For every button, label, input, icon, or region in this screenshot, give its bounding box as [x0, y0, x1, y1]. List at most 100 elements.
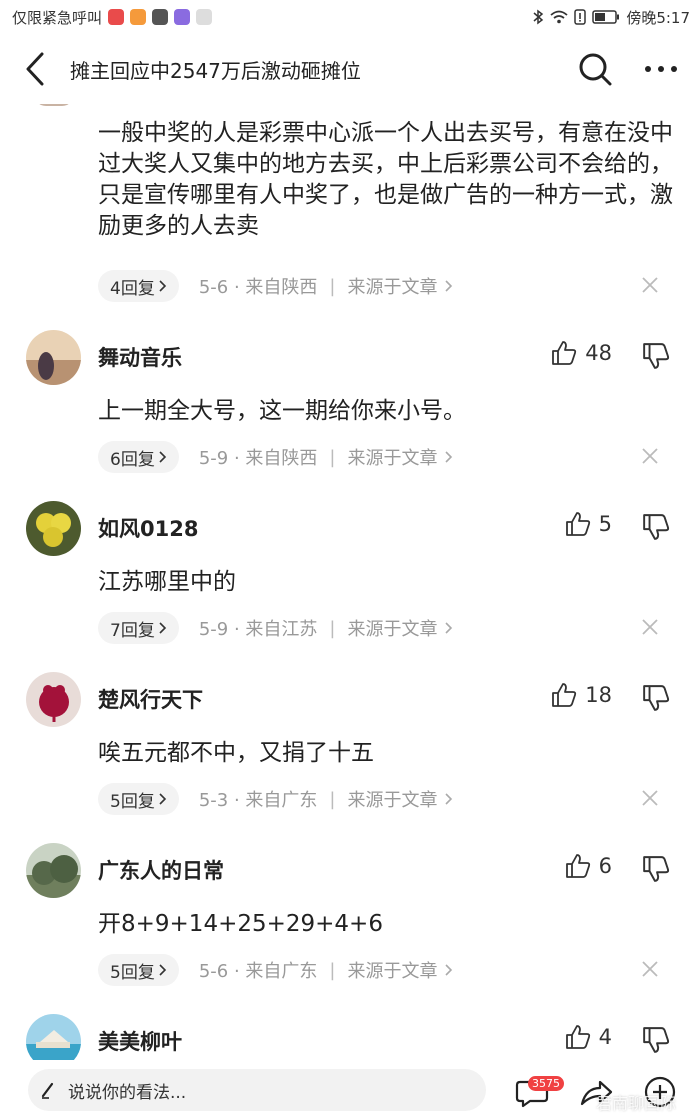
avatar[interactable]	[26, 330, 81, 385]
divider: |	[329, 788, 336, 810]
notification-app-icon	[196, 9, 213, 25]
avatar[interactable]	[26, 1014, 81, 1060]
thumbs-down-icon[interactable]	[642, 342, 670, 370]
source-link[interactable]: 来源于文章	[347, 786, 437, 812]
back-arrow-icon	[26, 52, 44, 86]
comment-date-location: 5-9 · 来自江苏	[198, 619, 318, 640]
comment-meta: 4回复 5-6 · 来自陕西 | 来源于文章	[98, 269, 688, 303]
divider: |	[329, 275, 336, 297]
watermark: 君南聊国际	[596, 1094, 677, 1113]
thumbs-down-icon[interactable]	[642, 684, 670, 712]
close-icon[interactable]	[640, 788, 660, 808]
close-icon[interactable]	[640, 617, 660, 637]
chevron-right-icon	[159, 451, 166, 463]
chevron-right-icon	[445, 622, 453, 634]
avatar[interactable]	[26, 843, 81, 898]
search-button[interactable]	[562, 34, 628, 104]
chevron-right-icon	[159, 622, 166, 634]
username[interactable]: 舞动音乐	[98, 342, 182, 372]
comment-list[interactable]: 一般中奖的人是彩票中心派一个人出去买号，有意在没中过大奖人又集中的地方去买，中上…	[0, 104, 700, 1060]
comment-input[interactable]: 说说你的看法...	[28, 1069, 486, 1111]
username[interactable]: 如风0128	[98, 513, 198, 543]
comment-text: 唉五元都不中，又捐了十五	[98, 740, 374, 766]
close-icon[interactable]	[640, 959, 660, 979]
like-button[interactable]: 48	[551, 340, 612, 366]
comment-meta: 7回复 5-9 · 来自江苏 | 来源于文章	[98, 611, 688, 645]
comment-text: 一般中奖的人是彩票中心派一个人出去买号，有意在没中过大奖人又集中的地方去买，中上…	[98, 120, 673, 239]
reply-count: 7回复	[110, 620, 155, 641]
notification-app-icon	[152, 9, 169, 25]
more-dots-icon	[645, 66, 677, 72]
reply-count-button[interactable]: 5回复	[98, 954, 179, 986]
comment-meta: 6回复 5-9 · 来自陕西 | 来源于文章	[98, 440, 688, 474]
notification-app-icon	[174, 9, 191, 25]
thumbs-up-icon	[552, 341, 577, 365]
avatar[interactable]	[26, 501, 81, 556]
status-bar: 仅限紧急呼叫 傍晚5:17	[0, 0, 700, 34]
like-count: 48	[585, 341, 612, 365]
battery-icon	[592, 10, 620, 24]
username[interactable]: 楚风行天下	[98, 684, 203, 714]
nav-bar: 摊主回应中2547万后激动砸摊位	[0, 34, 700, 104]
avatar[interactable]	[34, 104, 74, 106]
reply-count: 6回复	[110, 449, 155, 470]
divider: |	[329, 959, 336, 981]
avatar[interactable]	[26, 672, 81, 727]
bottom-bar: 说说你的看法...	[0, 1060, 700, 1120]
divider: |	[329, 617, 336, 639]
source-link[interactable]: 来源于文章	[347, 444, 437, 470]
like-count: 4	[598, 1025, 612, 1049]
close-icon[interactable]	[640, 446, 660, 466]
like-button[interactable]: 5	[565, 511, 612, 537]
comment-meta: 5回复 5-6 · 来自广东 | 来源于文章	[98, 953, 688, 987]
comment-text: 开8+9+14+25+29+4+6	[98, 911, 383, 937]
comment-count-badge: 3575	[528, 1076, 564, 1091]
chevron-right-icon	[159, 964, 166, 976]
close-icon[interactable]	[640, 275, 660, 295]
thumbs-down-icon[interactable]	[642, 1026, 670, 1054]
thumbs-down-icon[interactable]	[642, 855, 670, 883]
wifi-icon	[550, 10, 568, 24]
comment-date-location: 5-3 · 来自广东	[198, 790, 318, 811]
chevron-right-icon	[445, 451, 453, 463]
chevron-right-icon	[159, 793, 166, 805]
thumbs-up-icon	[565, 1025, 590, 1049]
comment-date-location: 5-6 · 来自陕西	[198, 277, 318, 298]
thumbs-up-icon	[552, 683, 577, 707]
reply-count-button[interactable]: 4回复	[98, 270, 179, 302]
like-button[interactable]: 18	[551, 682, 612, 708]
reply-count-button[interactable]: 7回复	[98, 612, 179, 644]
comment-date-location: 5-6 · 来自广东	[198, 961, 318, 982]
comment-text: 江苏哪里中的	[98, 569, 236, 595]
like-button[interactable]: 6	[565, 853, 612, 879]
reply-count-button[interactable]: 5回复	[98, 783, 179, 815]
bluetooth-icon	[533, 9, 544, 25]
reply-count: 5回复	[110, 791, 155, 812]
like-count: 6	[598, 854, 612, 878]
reply-count-button[interactable]: 6回复	[98, 441, 179, 473]
more-button[interactable]	[628, 34, 694, 104]
source-link[interactable]: 来源于文章	[347, 957, 437, 983]
reply-count: 4回复	[110, 278, 155, 299]
thumbs-down-icon[interactable]	[642, 513, 670, 541]
like-button[interactable]: 4	[565, 1024, 612, 1050]
clock: 傍晚5:17	[626, 8, 690, 27]
search-icon	[579, 53, 612, 86]
back-button[interactable]	[0, 34, 70, 104]
username[interactable]: 美美柳叶	[98, 1026, 182, 1056]
divider: |	[329, 446, 336, 468]
comment-date-location: 5-9 · 来自陕西	[198, 448, 318, 469]
source-link[interactable]: 来源于文章	[347, 615, 437, 641]
comment-meta: 5回复 5-3 · 来自广东 | 来源于文章	[98, 782, 688, 816]
username[interactable]: 广东人的日常	[98, 855, 224, 885]
like-count: 18	[585, 683, 612, 707]
chevron-right-icon	[159, 280, 166, 292]
pencil-icon	[41, 1082, 54, 1099]
reply-count: 5回复	[110, 962, 155, 983]
notification-app-icon	[130, 9, 147, 25]
chevron-right-icon	[445, 793, 453, 805]
carrier-text: 仅限紧急呼叫	[12, 8, 103, 27]
source-link[interactable]: 来源于文章	[347, 273, 437, 299]
comment-input-placeholder: 说说你的看法...	[68, 1082, 187, 1103]
chevron-right-icon	[445, 964, 453, 976]
